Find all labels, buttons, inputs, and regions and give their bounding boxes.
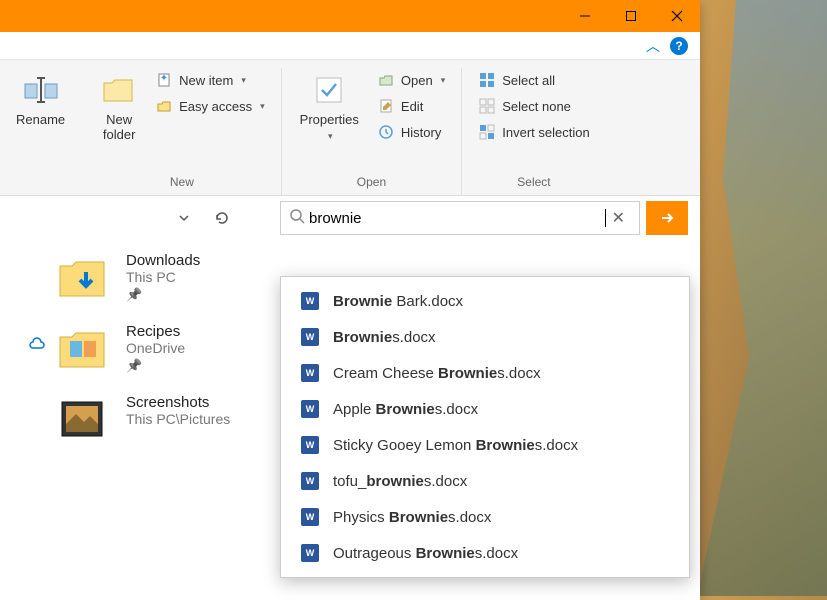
suggestion-item[interactable]: Physics Brownies.docx [281, 499, 689, 535]
rename-label: Rename [16, 112, 65, 127]
suggestion-item[interactable]: Sticky Gooey Lemon Brownies.docx [281, 427, 689, 463]
select-none-icon [478, 97, 496, 115]
titlebar [0, 0, 700, 32]
cloud-icon [28, 337, 46, 356]
ribbon: Rename New folder ✦ New item▾ [0, 60, 700, 196]
word-doc-icon [301, 472, 319, 490]
properties-label: Properties [300, 112, 359, 127]
item-location: OneDrive [126, 340, 185, 356]
maximize-button[interactable] [608, 0, 654, 32]
rename-icon [23, 72, 59, 108]
chevron-down-icon: ▾ [441, 75, 446, 86]
folder-icon [56, 394, 108, 442]
search-suggestions: Brownie Bark.docx Brownies.docx Cream Chee… [280, 276, 690, 578]
suggestion-item[interactable]: Brownie Bark.docx [281, 283, 689, 319]
new-item-button[interactable]: ✦ New item▾ [149, 68, 271, 92]
suggestion-item[interactable]: Outrageous Brownies.docx [281, 535, 689, 571]
folder-icon [56, 252, 108, 300]
rename-button[interactable]: Rename [8, 68, 73, 131]
address-search-row: ✕ [0, 196, 700, 240]
word-doc-icon [301, 544, 319, 562]
suggestion-text: Brownie Bark.docx [333, 293, 463, 310]
edit-button[interactable]: Edit [371, 94, 451, 118]
ribbon-collapse-bar: ︿ ? [0, 32, 700, 60]
refresh-button[interactable] [206, 202, 238, 234]
item-location: This PC\Pictures [126, 411, 230, 427]
new-folder-label: New folder [103, 112, 136, 142]
suggestion-item[interactable]: Apple Brownies.docx [281, 391, 689, 427]
minimize-button[interactable] [562, 0, 608, 32]
new-item-icon: ✦ [155, 71, 173, 89]
chevron-down-icon: ▾ [328, 131, 333, 142]
history-icon [377, 123, 395, 141]
select-all-button[interactable]: Select all [472, 68, 595, 92]
easy-access-button[interactable]: Easy access▾ [149, 94, 271, 118]
properties-button[interactable]: Properties ▾ [292, 68, 367, 146]
search-box[interactable]: ✕ [280, 201, 640, 235]
search-icon [289, 208, 305, 229]
folder-icon [56, 323, 108, 371]
pin-icon: 📌 [126, 287, 200, 303]
easy-access-icon [155, 97, 173, 115]
suggestion-text: Cream Cheese Brownies.docx [333, 365, 541, 382]
edit-icon [377, 97, 395, 115]
group-select-label: Select [517, 171, 550, 195]
suggestion-item[interactable]: tofu_brownies.docx [281, 463, 689, 499]
close-button[interactable] [654, 0, 700, 32]
open-button[interactable]: Open▾ [371, 68, 451, 92]
suggestion-text: Apple Brownies.docx [333, 401, 478, 418]
item-name: Screenshots [126, 394, 230, 411]
chevron-down-icon: ▾ [260, 101, 265, 112]
item-name: Downloads [126, 252, 200, 269]
clear-search-button[interactable]: ✕ [606, 208, 631, 228]
chevron-down-icon: ▾ [241, 75, 246, 86]
item-location: This PC [126, 269, 200, 285]
suggestion-text: Brownies.docx [333, 329, 436, 346]
word-doc-icon [301, 400, 319, 418]
suggestion-text: tofu_brownies.docx [333, 473, 467, 490]
invert-selection-button[interactable]: Invert selection [472, 120, 595, 144]
suggestion-text: Physics Brownies.docx [333, 509, 491, 526]
address-dropdown-icon[interactable] [168, 202, 200, 234]
select-all-icon [478, 71, 496, 89]
history-button[interactable]: History [371, 120, 451, 144]
new-folder-button[interactable]: New folder [93, 68, 145, 146]
word-doc-icon [301, 328, 319, 346]
open-icon [377, 71, 395, 89]
search-go-button[interactable] [646, 201, 688, 235]
word-doc-icon [301, 436, 319, 454]
svg-text:✦: ✦ [160, 73, 168, 84]
group-new-label: New [170, 171, 194, 195]
group-open-label: Open [357, 171, 386, 195]
word-doc-icon [301, 292, 319, 310]
suggestion-item[interactable]: Brownies.docx [281, 319, 689, 355]
word-doc-icon [301, 364, 319, 382]
word-doc-icon [301, 508, 319, 526]
invert-selection-icon [478, 123, 496, 141]
select-none-button[interactable]: Select none [472, 94, 595, 118]
properties-icon [311, 72, 347, 108]
item-name: Recipes [126, 323, 185, 340]
collapse-ribbon-icon[interactable]: ︿ [646, 36, 660, 56]
pin-icon: 📌 [126, 358, 185, 374]
search-input[interactable] [305, 210, 604, 227]
help-icon[interactable]: ? [670, 37, 688, 55]
suggestion-item[interactable]: Cream Cheese Brownies.docx [281, 355, 689, 391]
new-folder-icon [101, 72, 137, 108]
suggestion-text: Sticky Gooey Lemon Brownies.docx [333, 437, 578, 454]
suggestion-text: Outrageous Brownies.docx [333, 545, 518, 562]
